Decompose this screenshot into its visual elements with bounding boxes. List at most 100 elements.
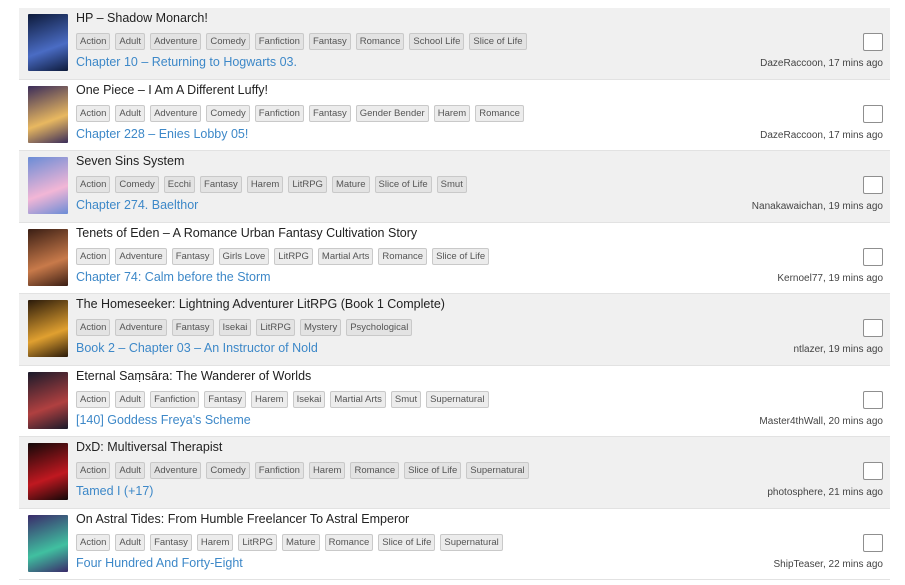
genre-tag[interactable]: Fanfiction [150,390,200,408]
genre-tag[interactable]: Romance [324,533,374,551]
genre-tag[interactable]: Fantasy [200,176,242,193]
latest-chapter-link[interactable]: [140] Goddess Freya's Scheme [76,413,251,427]
novel-title-link[interactable]: Eternal Saṃsāra: The Wanderer of Worlds [76,369,311,383]
genre-tag[interactable]: Mature [331,176,370,193]
genre-tag[interactable]: Isekai [292,390,326,408]
genre-tag[interactable]: LitRPG [274,247,313,265]
mark-read-checkbox[interactable] [863,390,883,409]
genre-tag[interactable]: Comedy [206,462,250,479]
genre-tag[interactable]: Psychological [346,319,413,336]
genre-tag[interactable]: Action [76,390,111,408]
genre-tag[interactable]: Slice of Life [374,176,432,193]
mark-read-checkbox[interactable] [863,533,883,552]
novel-title-link[interactable]: Tenets of Eden – A Romance Urban Fantasy… [76,226,417,240]
genre-tag[interactable]: Adult [115,462,146,479]
novel-title-link[interactable]: The Homeseeker: Lightning Adventurer Lit… [76,297,445,311]
novel-title-link[interactable]: DxD: Multiversal Therapist [76,440,222,454]
genre-tag[interactable]: Fantasy [308,104,351,122]
novel-title-link[interactable]: One Piece – I Am A Different Luffy! [76,83,268,97]
genre-tag[interactable]: Adult [115,33,146,50]
mark-read-checkbox[interactable] [863,319,883,337]
genre-tag[interactable]: Smut [390,390,422,408]
genre-tag[interactable]: Slice of Life [378,533,436,551]
genre-tag[interactable]: Action [76,104,111,122]
genre-tag[interactable]: Fantasy [204,390,247,408]
latest-chapter-link[interactable]: Four Hundred And Forty-Eight [76,556,243,570]
genre-tag[interactable]: Comedy [206,33,250,50]
genre-tag[interactable]: Adult [115,533,146,551]
genre-tag[interactable]: Adventure [150,462,202,479]
genre-tag[interactable]: Smut [436,176,467,193]
novel-cover-image[interactable] [28,371,68,429]
genre-tag[interactable]: Supernatural [426,390,489,408]
genre-tag[interactable]: Romance [355,33,405,50]
genre-tag[interactable]: Mature [282,533,320,551]
genre-tag[interactable]: Adventure [115,319,167,336]
genre-tag[interactable]: Slice of Life [404,462,462,479]
genre-tag[interactable]: Adventure [150,33,202,50]
novel-title-link[interactable]: On Astral Tides: From Humble Freelancer … [76,512,409,526]
genre-tag[interactable]: LitRPG [288,176,327,193]
genre-tag[interactable]: Action [76,247,111,265]
genre-tag[interactable]: Fanfiction [254,462,304,479]
genre-tag[interactable]: LitRPG [238,533,277,551]
genre-tag[interactable]: Adult [115,390,146,408]
genre-tag[interactable]: Romance [378,247,428,265]
novel-title-link[interactable]: HP – Shadow Monarch! [76,11,208,25]
genre-tag[interactable]: Adventure [150,104,202,122]
novel-cover-image[interactable] [28,228,68,286]
mark-read-checkbox[interactable] [863,104,883,123]
genre-tag[interactable]: Girls Love [218,247,270,265]
latest-chapter-link[interactable]: Chapter 274. Baelthor [76,198,198,212]
genre-tag[interactable]: Action [76,462,111,479]
genre-tag[interactable]: Action [76,319,111,336]
mark-read-checkbox[interactable] [863,247,883,266]
genre-tag[interactable]: Romance [350,462,400,479]
genre-tag[interactable]: Comedy [115,176,159,193]
genre-tag[interactable]: Martial Arts [317,247,374,265]
genre-tag[interactable]: Harem [433,104,471,122]
genre-tag[interactable]: School Life [409,33,465,50]
novel-cover-image[interactable] [28,300,68,357]
mark-read-checkbox[interactable] [863,462,883,480]
genre-tag[interactable]: Fantasy [171,247,214,265]
genre-tag[interactable]: Mystery [299,319,342,336]
genre-tag[interactable]: Adventure [115,247,167,265]
mark-read-checkbox[interactable] [863,176,883,194]
genre-tag[interactable]: Harem [308,462,346,479]
latest-chapter-link[interactable]: Tamed I (+17) [76,484,153,498]
novel-cover-image[interactable] [28,14,68,71]
genre-tag[interactable]: Harem [246,176,284,193]
novel-cover-image[interactable] [28,514,68,572]
genre-tag[interactable]: Supernatural [466,462,529,479]
genre-tag[interactable]: LitRPG [256,319,295,336]
genre-tag[interactable]: Comedy [206,104,250,122]
novel-title-link[interactable]: Seven Sins System [76,154,184,168]
genre-tag[interactable]: Slice of Life [469,33,527,50]
genre-tag[interactable]: Supernatural [440,533,503,551]
mark-read-checkbox[interactable] [863,33,883,51]
novel-cover-image[interactable] [28,85,68,143]
genre-tag[interactable]: Action [76,533,111,551]
latest-chapter-link[interactable]: Chapter 228 – Enies Lobby 05! [76,127,248,141]
genre-tag[interactable]: Fantasy [171,319,214,336]
genre-tag[interactable]: Romance [475,104,524,122]
latest-chapter-link[interactable]: Book 2 – Chapter 03 – An Instructor of N… [76,341,318,355]
genre-tag[interactable]: Harem [196,533,234,551]
novel-cover-image[interactable] [28,157,68,214]
genre-tag[interactable]: Slice of Life [432,247,490,265]
genre-tag[interactable]: Ecchi [163,176,196,193]
latest-chapter-link[interactable]: Chapter 74: Calm before the Storm [76,270,271,284]
genre-tag[interactable]: Fanfiction [254,104,304,122]
genre-tag[interactable]: Action [76,33,111,50]
genre-tag[interactable]: Martial Arts [330,390,386,408]
latest-chapter-link[interactable]: Chapter 10 – Returning to Hogwarts 03. [76,55,297,69]
genre-tag[interactable]: Isekai [218,319,252,336]
genre-tag[interactable]: Gender Bender [355,104,429,122]
genre-tag[interactable]: Fantasy [150,533,192,551]
genre-tag[interactable]: Harem [251,390,288,408]
genre-tag[interactable]: Fantasy [308,33,351,50]
genre-tag[interactable]: Action [76,176,111,193]
genre-tag[interactable]: Fanfiction [254,33,304,50]
novel-cover-image[interactable] [28,443,68,500]
